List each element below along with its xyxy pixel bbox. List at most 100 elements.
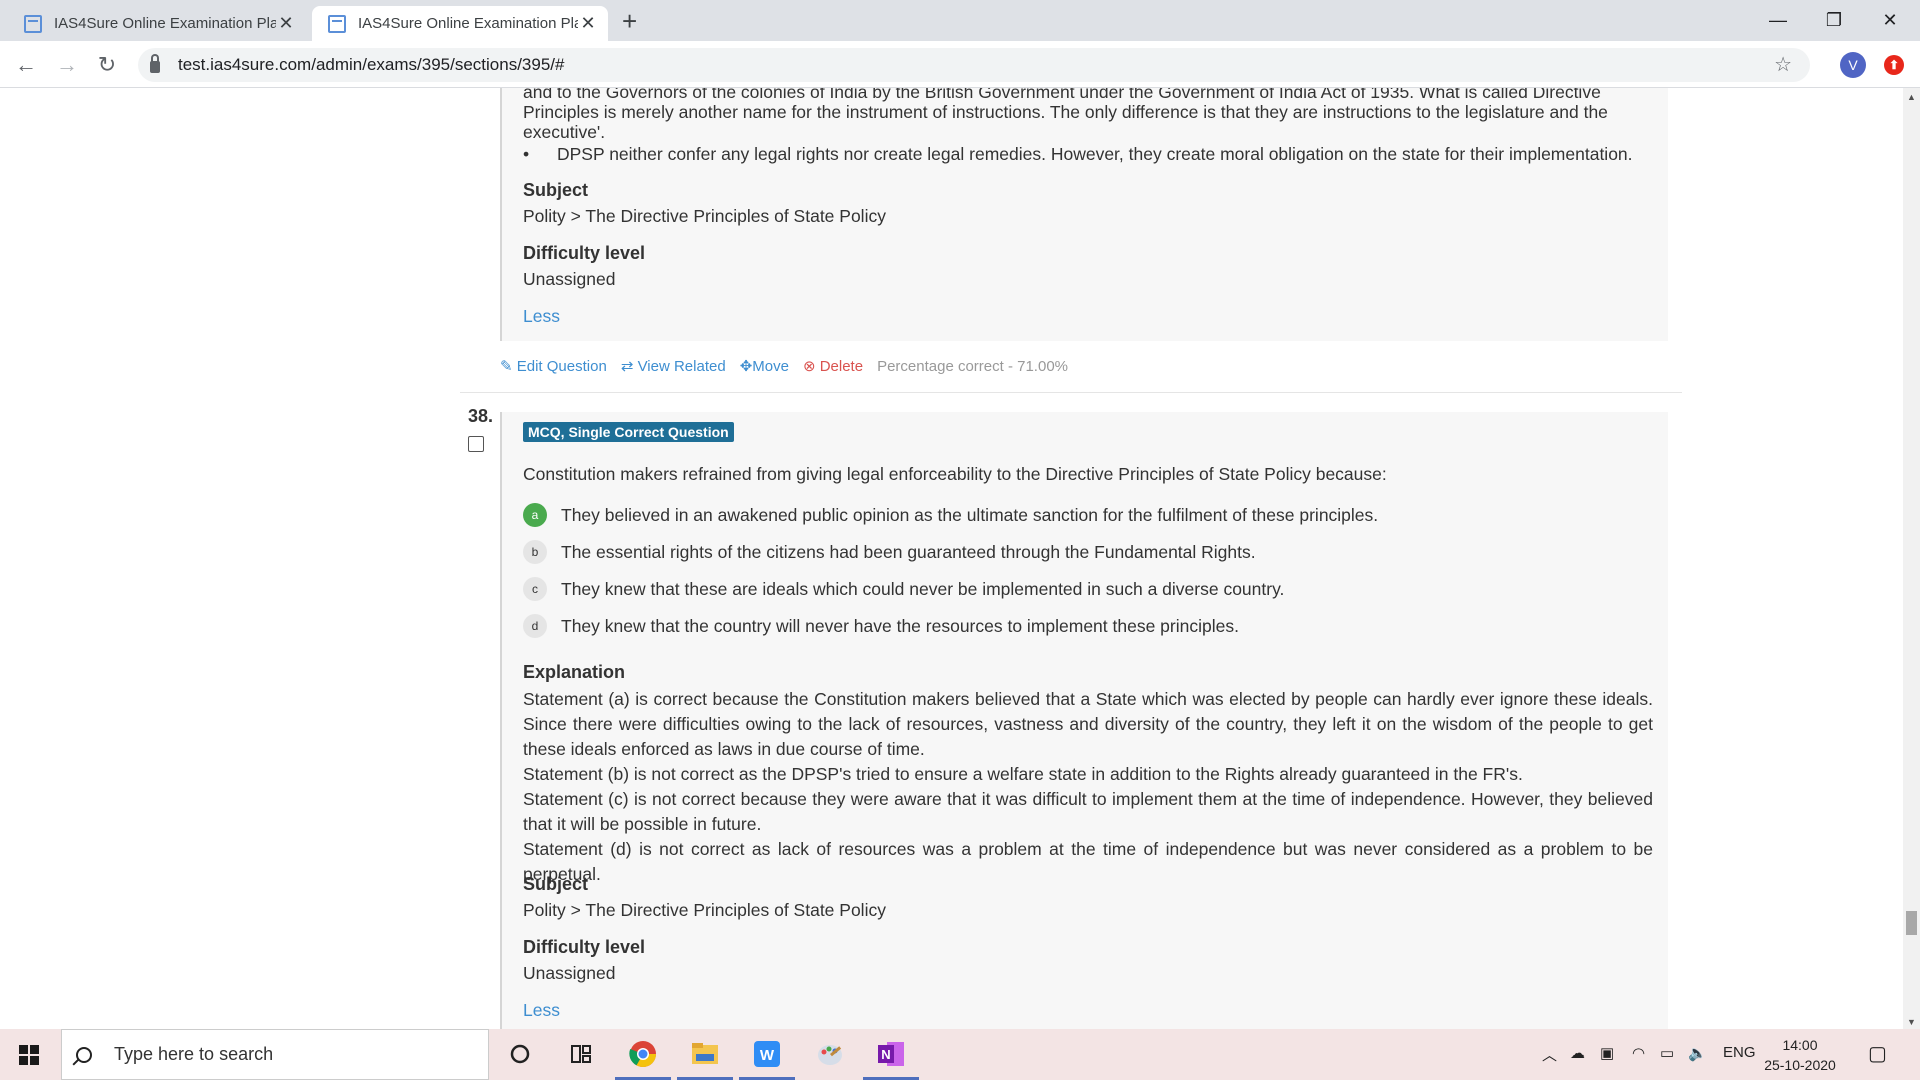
subject-heading: Subject — [523, 874, 589, 894]
edit-icon: ✎ — [500, 358, 513, 375]
option-c: c They knew that these are ideals which … — [523, 577, 1284, 601]
new-tab-icon[interactable]: + — [622, 6, 637, 37]
paint-icon[interactable] — [815, 1039, 845, 1069]
svg-text:W: W — [760, 1047, 775, 1064]
scrollbar-thumb[interactable] — [1906, 911, 1917, 935]
chrome-icon[interactable] — [615, 1039, 671, 1080]
browser-tab-active[interactable]: IAS4Sure Online Examination Pla ✕ — [312, 6, 608, 41]
explanation-heading: Explanation — [523, 662, 626, 682]
scroll-up-icon[interactable]: ▲ — [1907, 92, 1916, 102]
explanation-paragraph: Statement (d) is not correct as lack of … — [523, 839, 1653, 884]
wifi-icon[interactable]: ◠ — [1632, 1044, 1645, 1062]
bookmark-star-icon[interactable]: ☆ — [1774, 52, 1792, 77]
close-icon[interactable]: ✕ — [578, 13, 598, 34]
explanation-bullet: • DPSP neither confer any legal rights n… — [523, 144, 1653, 164]
delete-link[interactable]: ⊗ Delete — [803, 357, 863, 375]
language-indicator[interactable]: ENG — [1723, 1044, 1756, 1061]
option-letter-correct: a — [523, 503, 547, 527]
taskbar-search[interactable]: Type here to search — [61, 1029, 489, 1080]
wps-writer-icon[interactable]: W — [739, 1039, 795, 1080]
page-content: and to the Governors of the colonies of … — [0, 88, 1903, 1029]
option-letter: b — [523, 540, 547, 564]
difficulty-value: Unassigned — [523, 269, 616, 289]
clock-time: 14:00 — [1782, 1037, 1818, 1053]
swap-icon: ⇄ — [620, 358, 634, 375]
option-text: The essential rights of the citizens had… — [561, 541, 1256, 562]
cortana-icon[interactable] — [505, 1039, 535, 1069]
option-b: b The essential rights of the citizens h… — [523, 540, 1256, 564]
page-icon — [328, 14, 346, 33]
taskbar: Type here to search W N ︿ ☁ ▣ ◠ ▭ 🔈 ENG … — [0, 1029, 1920, 1080]
browser-tab-strip: IAS4Sure Online Examination Pla ✕ IAS4Su… — [0, 0, 1920, 41]
percentage-correct: Percentage correct - 71.00% — [877, 357, 1068, 375]
extension-icon[interactable]: ⬆ — [1884, 55, 1904, 75]
option-letter: c — [523, 577, 547, 601]
explanation-line: Principles is merely another name for th… — [523, 102, 1608, 122]
search-icon — [76, 1046, 92, 1063]
question-number: 38. — [468, 406, 494, 426]
explanation-line: executive'. — [523, 122, 606, 142]
svg-text:N: N — [881, 1047, 890, 1062]
close-icon[interactable]: ✕ — [276, 13, 296, 34]
option-text: They knew that the country will never ha… — [561, 615, 1239, 636]
profile-avatar[interactable]: V — [1840, 52, 1866, 78]
tab-title: IAS4Sure Online Examination Pla — [54, 15, 276, 32]
bullet-text: DPSP neither confer any legal rights nor… — [557, 144, 1633, 164]
restore-icon[interactable]: ❐ — [1806, 0, 1862, 41]
browser-toolbar: ← → ↻ test.ias4sure.com/admin/exams/395/… — [0, 41, 1920, 88]
option-letter: d — [523, 614, 547, 638]
question-actions: ✎ Edit Question ⇄ View Related ✥Move ⊗ D… — [500, 357, 1068, 376]
difficulty-value: Unassigned — [523, 963, 616, 983]
file-explorer-icon[interactable] — [677, 1039, 733, 1080]
question-card-37: and to the Governors of the colonies of … — [500, 88, 1668, 341]
bullet-icon: • — [523, 144, 530, 164]
minimize-icon[interactable]: — — [1750, 0, 1806, 41]
subject-value: Polity > The Directive Principles of Sta… — [523, 900, 886, 920]
scroll-down-icon[interactable]: ▼ — [1907, 1017, 1916, 1027]
move-icon: ✥ — [739, 358, 753, 375]
question-text: Constitution makers refrained from givin… — [523, 464, 1387, 484]
search-placeholder: Type here to search — [114, 1044, 274, 1064]
edit-question-link[interactable]: ✎ Edit Question — [500, 357, 607, 375]
tab-title: IAS4Sure Online Examination Pla — [358, 15, 578, 32]
option-text: They believed in an awakened public opin… — [561, 504, 1379, 525]
question-divider — [460, 392, 1682, 393]
notifications-icon[interactable]: ▢ — [1868, 1041, 1887, 1066]
option-d: d They knew that the country will never … — [523, 614, 1239, 638]
less-link[interactable]: Less — [523, 1000, 560, 1020]
page-scrollbar[interactable]: ▲ ▼ — [1903, 88, 1920, 1029]
windows-start-icon[interactable] — [19, 1045, 39, 1065]
volume-icon[interactable]: 🔈 — [1688, 1044, 1707, 1062]
show-hidden-icons-icon[interactable]: ︿ — [1542, 1044, 1557, 1065]
task-view-icon[interactable] — [566, 1039, 596, 1069]
subject-heading: Subject — [523, 180, 589, 200]
clock[interactable]: 14:00 25-10-2020 — [1760, 1035, 1840, 1075]
forward-icon[interactable]: → — [53, 51, 81, 79]
explanation-paragraph: Statement (a) is correct because the Con… — [523, 689, 1653, 759]
difficulty-heading: Difficulty level — [523, 937, 646, 957]
window-close-icon[interactable]: ✕ — [1862, 0, 1918, 41]
delete-icon: ⊗ — [802, 358, 816, 375]
move-link[interactable]: ✥Move — [740, 357, 789, 375]
view-related-link[interactable]: ⇄ View Related — [621, 357, 726, 375]
address-bar[interactable]: test.ias4sure.com/admin/exams/395/sectio… — [138, 48, 1810, 82]
browser-tab[interactable]: IAS4Sure Online Examination Pla ✕ — [8, 6, 306, 41]
question-card-38: MCQ, Single Correct Question Constitutio… — [500, 412, 1668, 1029]
page-icon — [24, 14, 42, 33]
onenote-icon[interactable]: N — [863, 1039, 919, 1080]
lock-icon — [150, 54, 160, 73]
back-icon[interactable]: ← — [12, 51, 40, 79]
onedrive-icon[interactable]: ☁ — [1570, 1044, 1585, 1062]
explanation-paragraph: Statement (b) is not correct as the DPSP… — [523, 764, 1523, 784]
display-icon[interactable]: ▣ — [1600, 1044, 1614, 1062]
explanation-paragraph: Statement (c) is not correct because the… — [523, 789, 1653, 834]
reload-icon[interactable]: ↻ — [93, 51, 121, 79]
explanation-line: and to the Governors of the colonies of … — [523, 88, 1601, 102]
question-select-checkbox[interactable] — [468, 436, 484, 452]
url-text: test.ias4sure.com/admin/exams/395/sectio… — [178, 55, 565, 74]
subject-value: Polity > The Directive Principles of Sta… — [523, 206, 886, 226]
difficulty-heading: Difficulty level — [523, 243, 646, 263]
less-link[interactable]: Less — [523, 306, 560, 326]
battery-icon[interactable]: ▭ — [1660, 1044, 1674, 1062]
clock-date: 25-10-2020 — [1764, 1057, 1836, 1073]
